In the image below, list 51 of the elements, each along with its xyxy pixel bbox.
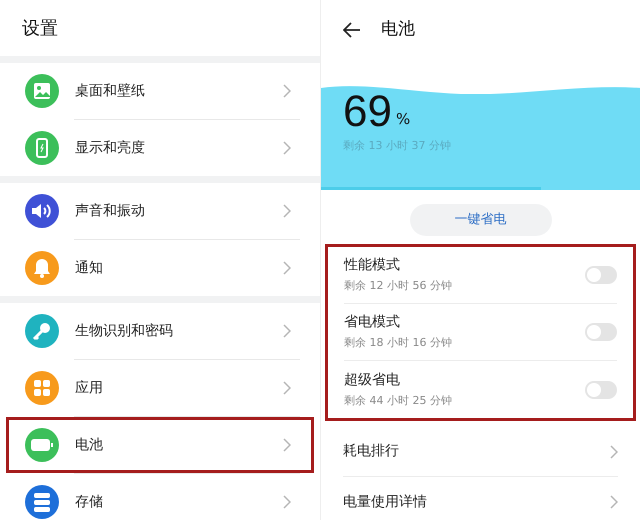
item-label: 声音和振动 xyxy=(75,202,146,220)
page-title: 设置 xyxy=(22,16,58,40)
speaker-icon xyxy=(31,202,53,220)
item-label: 存储 xyxy=(75,492,104,512)
chevron-right-icon xyxy=(283,141,291,155)
settings-item[interactable]: 声音和振动 xyxy=(6,183,314,239)
key-icon xyxy=(32,321,52,341)
chevron-right-icon xyxy=(610,444,618,458)
chevron-right-icon xyxy=(610,495,618,509)
chevron-right-icon xyxy=(283,381,291,395)
settings-item[interactable]: 生物识别和密码 xyxy=(6,303,314,359)
settings-item[interactable]: 电池 xyxy=(6,417,314,473)
settings-item[interactable]: 通知 xyxy=(6,240,314,296)
menu-item[interactable]: 电量使用详情 xyxy=(343,477,618,520)
item-label: 显示和亮度 xyxy=(75,138,146,158)
menu-item[interactable]: 耗电排行 xyxy=(343,427,618,477)
chevron-right-icon xyxy=(283,495,291,509)
percent-sign: % xyxy=(396,108,410,130)
toggle-switch[interactable] xyxy=(585,323,617,341)
mode-name: 性能模式 xyxy=(344,256,401,276)
mode-remaining: 剩余 44 小时 25 分钟 xyxy=(344,392,453,409)
item-label: 桌面和壁纸 xyxy=(75,82,146,100)
back-arrow-icon[interactable] xyxy=(343,22,361,38)
toggle-switch[interactable] xyxy=(585,266,617,284)
phone-icon xyxy=(36,138,48,158)
settings-item[interactable]: 应用 xyxy=(6,360,314,416)
chevron-right-icon xyxy=(283,261,291,275)
chevron-right-icon xyxy=(283,84,291,98)
grid-icon xyxy=(33,379,51,397)
mode-remaining: 剩余 12 小时 56 分钟 xyxy=(344,278,453,294)
bell-icon xyxy=(33,258,51,278)
storage-icon xyxy=(33,492,51,512)
item-label: 应用 xyxy=(75,378,104,398)
power-save-button[interactable]: 一键省电 xyxy=(410,204,552,236)
battery-percent: 69 xyxy=(343,90,392,134)
item-label: 生物识别和密码 xyxy=(75,322,174,340)
settings-item[interactable]: 显示和亮度 xyxy=(6,120,314,176)
mode-remaining: 剩余 18 小时 16 分钟 xyxy=(344,335,453,352)
item-label: 电池 xyxy=(75,436,104,454)
mode-name: 超级省电 xyxy=(344,370,401,390)
chevron-right-icon xyxy=(283,204,291,218)
settings-item[interactable]: 存储 xyxy=(6,474,314,520)
toggle-switch[interactable] xyxy=(585,380,617,398)
picture-icon xyxy=(33,82,51,100)
page-title: 电池 xyxy=(381,18,415,42)
item-label: 通知 xyxy=(75,258,104,278)
settings-item[interactable]: 桌面和壁纸 xyxy=(6,63,314,119)
chevron-right-icon xyxy=(283,324,291,338)
chevron-right-icon xyxy=(283,438,291,452)
mode-name: 省电模式 xyxy=(344,313,401,332)
battery-icon xyxy=(31,439,53,451)
